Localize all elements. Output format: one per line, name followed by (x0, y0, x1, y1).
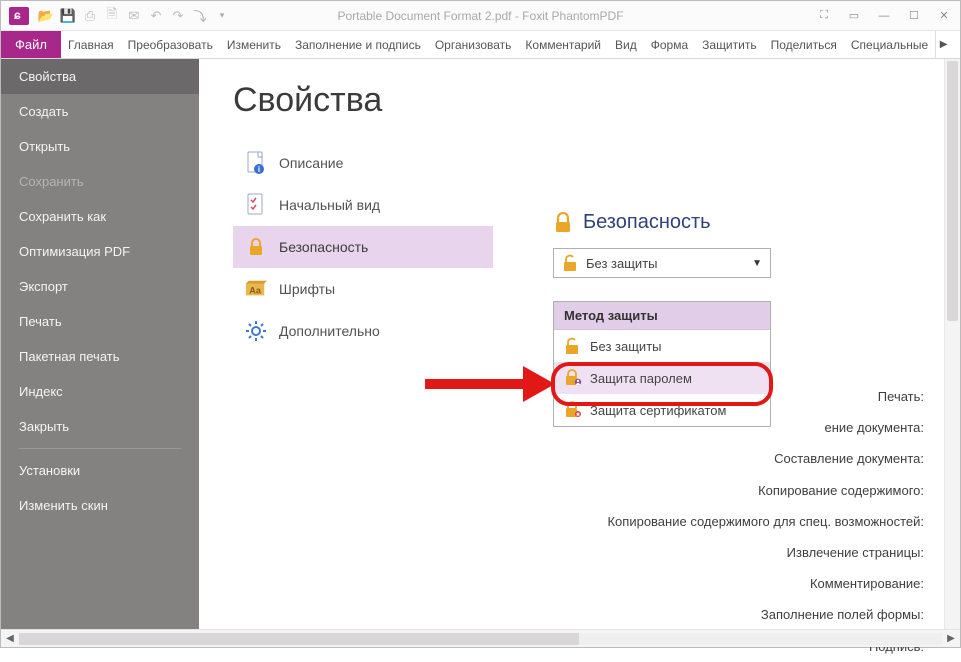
scroll-right-icon[interactable]: ▶ (942, 633, 960, 644)
prop-cat-label: Безопасность (279, 239, 368, 255)
lock-user-icon (564, 369, 582, 387)
save-icon[interactable]: 💾 (59, 7, 77, 25)
tab-home[interactable]: Главная (61, 31, 121, 58)
perm-copy: Копирование содержимого: (607, 475, 924, 506)
combo-value: Без защиты (586, 256, 658, 271)
sidebar-item-close[interactable]: Закрыть (1, 409, 199, 444)
ribbon-toggle-icon[interactable]: ▭ (842, 6, 866, 26)
sidebar-item-print[interactable]: Печать (1, 304, 199, 339)
email-icon[interactable]: ✉ (125, 7, 143, 25)
undo-doc-icon[interactable]: 🗎 (103, 7, 121, 25)
sidebar-separator (19, 448, 181, 449)
perm-comment: Комментирование: (607, 568, 924, 599)
sidebar-item-properties[interactable]: Свойства (1, 59, 199, 94)
prop-cat-description[interactable]: i Описание (233, 142, 493, 184)
horizontal-scrollbar-thumb[interactable] (19, 633, 579, 645)
fonts-icon: Aa (245, 278, 267, 300)
vertical-scrollbar-thumb[interactable] (947, 61, 958, 321)
sidebar-item-saveas[interactable]: Сохранить как (1, 199, 199, 234)
tab-comment[interactable]: Комментарий (518, 31, 608, 58)
prop-cat-advanced[interactable]: Дополнительно (233, 310, 493, 352)
dropdown-header: Метод защиты (554, 302, 770, 330)
sidebar-item-preferences[interactable]: Установки (1, 453, 199, 488)
svg-text:i: i (258, 165, 260, 174)
perm-extract: Извлечение страницы: (607, 537, 924, 568)
main-area: Свойства Создать Открыть Сохранить Сохра… (1, 59, 960, 629)
dropdown-option-label: Защита сертификатом (590, 403, 726, 418)
maximize-button[interactable]: ☐ (902, 6, 926, 26)
sidebar-item-batchprint[interactable]: Пакетная печать (1, 339, 199, 374)
tab-edit[interactable]: Изменить (220, 31, 288, 58)
perm-copyacc: Копирование содержимого для спец. возмож… (607, 506, 924, 537)
title-bar: 📂 💾 ⎙ 🗎 ✉ ↶ ↷ ⤵ ▾ Portable Document Form… (1, 1, 960, 31)
sidebar-item-save: Сохранить (1, 164, 199, 199)
security-heading: Безопасность (553, 211, 873, 234)
dropdown-icon[interactable]: ⤵ (191, 7, 209, 25)
lock-cert-icon (564, 401, 582, 419)
dropdown-option-label: Без защиты (590, 339, 662, 354)
sidebar-item-export[interactable]: Экспорт (1, 269, 199, 304)
page-title: Свойства (233, 81, 960, 120)
sidebar-item-index[interactable]: Индекс (1, 374, 199, 409)
svg-text:Aa: Aa (249, 286, 262, 296)
ribbon-tabs: Файл Главная Преобразовать Изменить Запо… (1, 31, 960, 59)
redo-icon[interactable]: ↷ (169, 7, 187, 25)
tab-convert[interactable]: Преобразовать (121, 31, 220, 58)
protection-method-combo[interactable]: Без защиты ▼ (553, 248, 771, 278)
prop-cat-label: Дополнительно (279, 323, 380, 339)
sidebar-item-optimize[interactable]: Оптимизация PDF (1, 234, 199, 269)
gear-icon (245, 320, 267, 342)
protection-method-dropdown: Метод защиты Без защиты Защита паролем З… (553, 301, 771, 427)
prop-cat-label: Начальный вид (279, 197, 380, 213)
print-icon[interactable]: ⎙ (81, 7, 99, 25)
tab-fillsign[interactable]: Заполнение и подпись (288, 31, 428, 58)
tab-organize[interactable]: Организовать (428, 31, 519, 58)
chevron-down-icon: ▼ (752, 258, 762, 269)
prop-cat-label: Описание (279, 155, 343, 171)
window-title: Portable Document Format 2.pdf - Foxit P… (337, 9, 623, 23)
quick-access-toolbar: 📂 💾 ⎙ 🗎 ✉ ↶ ↷ ⤵ ▾ (37, 7, 231, 25)
scroll-left-icon[interactable]: ◀ (1, 633, 19, 644)
page-info-icon: i (245, 152, 267, 174)
sidebar-item-skin[interactable]: Изменить скин (1, 488, 199, 523)
prop-cat-label: Шрифты (279, 281, 335, 297)
open-icon[interactable]: 📂 (37, 7, 55, 25)
properties-category-list: i Описание Начальный вид Безопасность Aa (233, 142, 493, 352)
file-tab[interactable]: Файл (1, 31, 61, 58)
undo-icon[interactable]: ↶ (147, 7, 165, 25)
horizontal-scrollbar[interactable]: ◀ ▶ (1, 629, 960, 647)
horizontal-scrollbar-track[interactable] (19, 633, 942, 645)
dropdown-option-password[interactable]: Защита паролем (554, 362, 770, 394)
perm-formfill: Заполнение полей формы: (607, 599, 924, 630)
tab-special[interactable]: Специальные (844, 31, 935, 58)
security-panel: Безопасность Без защиты ▼ (553, 211, 873, 278)
checklist-icon (245, 194, 267, 216)
dropdown-option-certificate[interactable]: Защита сертификатом (554, 394, 770, 426)
prop-cat-fonts[interactable]: Aa Шрифты (233, 268, 493, 310)
security-heading-text: Безопасность (583, 211, 711, 234)
lock-icon (245, 236, 267, 258)
tab-view[interactable]: Вид (608, 31, 644, 58)
sidebar-item-create[interactable]: Создать (1, 94, 199, 129)
fullscreen-icon[interactable]: ⛶ (812, 6, 836, 26)
prop-cat-security[interactable]: Безопасность (233, 226, 493, 268)
file-menu-sidebar: Свойства Создать Открыть Сохранить Сохра… (1, 59, 199, 629)
minimize-button[interactable]: — (872, 6, 896, 26)
sidebar-item-open[interactable]: Открыть (1, 129, 199, 164)
perm-assemble: Составление документа: (607, 443, 924, 474)
dropdown-option-none[interactable]: Без защиты (554, 330, 770, 362)
qat-more-icon[interactable]: ▾ (213, 7, 231, 25)
lock-icon (553, 212, 573, 234)
tabs-overflow-icon[interactable]: ▶ (935, 31, 951, 58)
unlock-icon (564, 337, 582, 355)
close-button[interactable]: ✕ (932, 6, 956, 26)
vertical-scrollbar[interactable] (944, 59, 960, 629)
dropdown-option-label: Защита паролем (590, 371, 692, 386)
unlock-icon (562, 254, 578, 272)
tab-share[interactable]: Поделиться (764, 31, 844, 58)
tab-protect[interactable]: Защитить (695, 31, 763, 58)
tab-form[interactable]: Форма (644, 31, 695, 58)
app-logo-icon (9, 7, 29, 25)
prop-cat-initialview[interactable]: Начальный вид (233, 184, 493, 226)
